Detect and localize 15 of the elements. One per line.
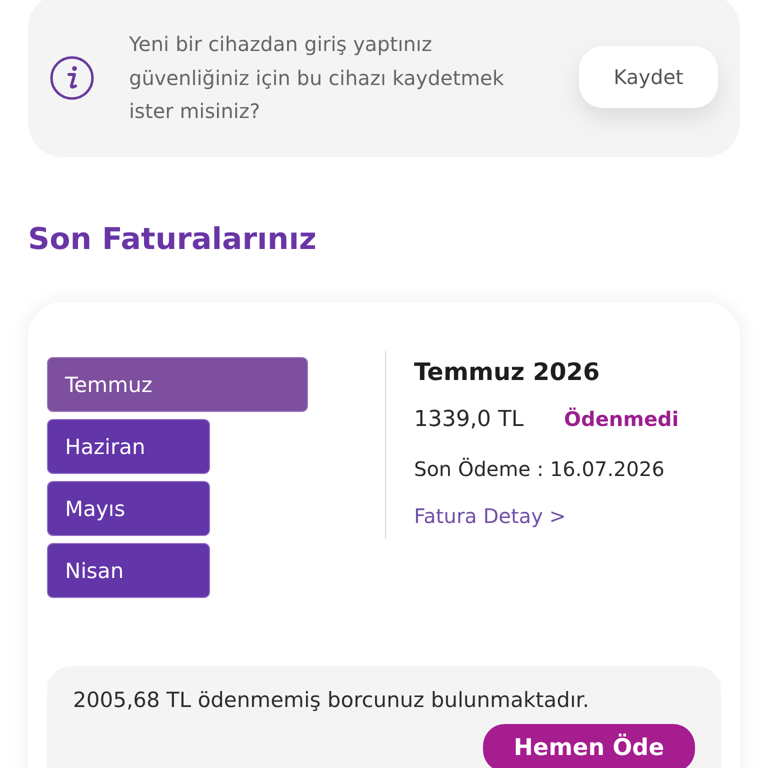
month-tab[interactable]: Haziran xyxy=(47,419,210,474)
info-icon xyxy=(50,56,94,100)
save-button[interactable]: Kaydet xyxy=(579,46,718,108)
invoice-title: Temmuz 2026 xyxy=(414,357,600,387)
notice-message: Yeni bir cihazdan giriş yaptınız güvenliğiniz için bu cihazı kaydetmek ister misiniz? xyxy=(129,31,505,126)
payment-status: Ödenmedi xyxy=(564,407,679,431)
month-tab[interactable]: Temmuz xyxy=(47,357,308,412)
invoice-detail-link[interactable]: Fatura Detay > xyxy=(414,501,566,531)
invoice-amount: 1339,0 TL xyxy=(414,406,525,434)
section-title: Son Faturalarınız xyxy=(28,221,316,259)
month-tab[interactable]: Mayıs xyxy=(47,481,210,536)
debt-message: 2005,68 TL ödenmemiş borcunuz bulunmaktadır. xyxy=(73,687,590,714)
month-tab[interactable]: Nisan xyxy=(47,543,210,598)
due-date: Son Ödeme : 16.07.2026 xyxy=(414,456,664,483)
pay-now-button[interactable]: Hemen Öde xyxy=(483,724,695,768)
